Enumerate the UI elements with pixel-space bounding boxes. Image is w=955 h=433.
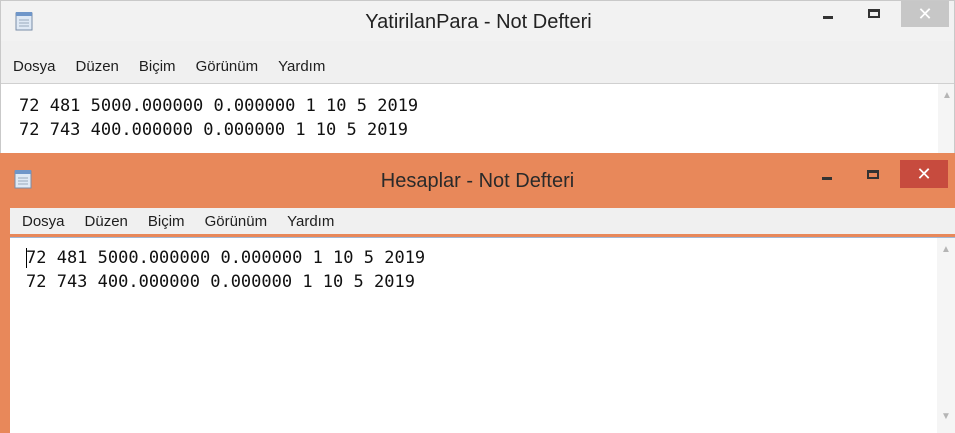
menu-duzen[interactable]: Düzen (77, 213, 136, 230)
yatirilanpara-window[interactable]: YatirilanPara - Not Defteri ✕ Dosya Düze… (0, 0, 955, 160)
text-editor[interactable]: 72 481 5000.000000 0.000000 1 10 5 2019 7… (1, 83, 954, 159)
titlebar[interactable]: YatirilanPara - Not Defteri ✕ (1, 1, 954, 41)
editor-text[interactable]: 72 481 5000.000000 0.000000 1 10 5 2019 7… (19, 94, 418, 142)
scroll-up-icon[interactable]: ▲ (942, 90, 952, 101)
window-title: YatirilanPara - Not Defteri (365, 11, 592, 33)
text-line: 72 481 5000.000000 0.000000 1 10 5 2019 (19, 96, 419, 116)
vertical-scrollbar[interactable]: ▲ (938, 84, 954, 159)
text-line: 72 481 5000.000000 0.000000 1 10 5 2019 (26, 248, 426, 268)
menu-duzen[interactable]: Düzen (68, 58, 127, 75)
menu-yardim[interactable]: Yardım (270, 58, 333, 75)
minimize-icon (822, 176, 832, 180)
close-button[interactable]: ✕ (901, 1, 949, 27)
maximize-button[interactable] (859, 1, 889, 25)
scroll-up-icon[interactable]: ▲ (941, 244, 951, 255)
menu-gorunum[interactable]: Görünüm (197, 213, 276, 230)
text-line: 72 743 400.000000 0.000000 1 10 5 2019 (26, 272, 415, 292)
minimize-button[interactable] (813, 1, 843, 25)
close-icon: ✕ (917, 3, 933, 24)
maximize-icon (867, 169, 879, 179)
minimize-button[interactable] (812, 160, 842, 188)
menu-bicim[interactable]: Biçim (140, 213, 193, 230)
menu-bar: Dosya Düzen Biçim Görünüm Yardım (1, 53, 954, 79)
maximize-icon (868, 8, 880, 18)
menu-dosya[interactable]: Dosya (5, 58, 64, 75)
menu-yardim[interactable]: Yardım (279, 213, 342, 230)
close-button[interactable]: ✕ (900, 160, 948, 188)
editor-text[interactable]: 72 481 5000.000000 0.000000 1 10 5 2019 7… (26, 246, 425, 294)
scroll-down-icon[interactable]: ▼ (941, 411, 951, 422)
minimize-icon (823, 15, 833, 19)
titlebar[interactable]: Hesaplar - Not Defteri ✕ (0, 153, 955, 201)
vertical-scrollbar[interactable]: ▲ ▼ (937, 238, 955, 433)
maximize-button[interactable] (858, 160, 888, 188)
menu-bicim[interactable]: Biçim (131, 58, 184, 75)
menu-dosya[interactable]: Dosya (14, 213, 73, 230)
text-editor[interactable]: 72 481 5000.000000 0.000000 1 10 5 2019 7… (10, 237, 955, 433)
hesaplar-window[interactable]: Hesaplar - Not Defteri ✕ Dosya Düzen Biç… (0, 153, 955, 433)
close-icon: ✕ (916, 163, 932, 184)
menu-bar: Dosya Düzen Biçim Görünüm Yardım (10, 208, 955, 234)
text-line: 72 743 400.000000 0.000000 1 10 5 2019 (19, 120, 408, 140)
menu-gorunum[interactable]: Görünüm (188, 58, 267, 75)
